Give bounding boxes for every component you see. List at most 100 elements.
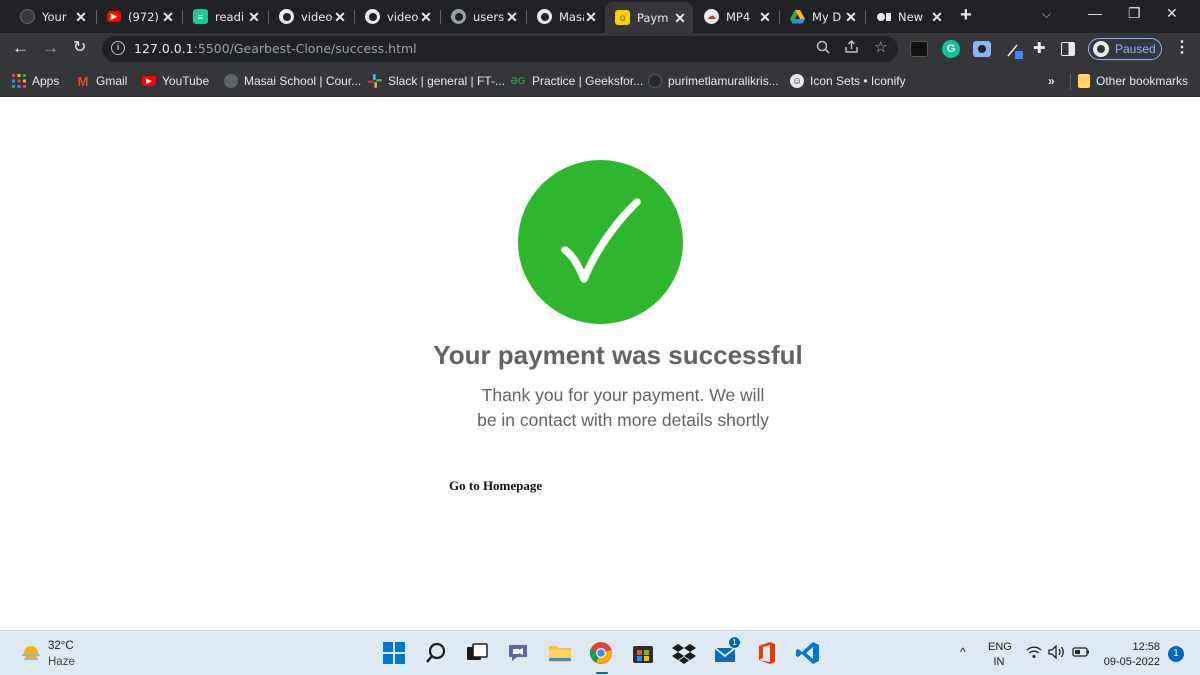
apps-grid-icon [12,74,26,88]
go-to-homepage-link[interactable]: Go to Homepage [449,478,542,494]
gmail-icon: M [77,73,89,89]
battery-icon[interactable] [1072,645,1090,662]
geeksforgeeks-icon: ƏG [510,75,526,87]
extensions-puzzle-icon[interactable]: ✚ [1033,41,1051,57]
tab-mp4[interactable]: ☁ MP4 ✕ [694,4,778,29]
new-tab-plus-icon[interactable]: + [960,5,972,25]
teams-chat-icon[interactable] [506,641,530,665]
address-bar[interactable]: i 127.0.0.1:5500/Gearbest-Clone/success.… [102,36,898,62]
tab-youtube[interactable]: ▶ (972) ✕ [97,4,181,29]
bookmark-gmail[interactable]: M Gmail [76,71,128,91]
bookmark-apps[interactable]: Apps [12,71,59,91]
language-indicator[interactable]: ENG IN [988,640,1012,670]
url-path: :5500/Gearbest-Clone/success.html [193,41,417,56]
close-icon[interactable]: ✕ [930,10,944,24]
microsoft-store-icon[interactable] [631,641,655,665]
record-icon [876,9,891,24]
windows-taskbar: 32°C Haze 1 ^ ENG IN 12:58 09-05-2022 1 [0,630,1200,675]
tab-readme[interactable]: ≡ readi ✕ [183,4,267,29]
tab-title: Your [42,9,67,24]
close-icon[interactable]: ✕ [673,11,687,25]
search-icon[interactable] [424,641,448,665]
close-icon[interactable]: ✕ [844,10,858,24]
tab-title: My D [812,9,842,24]
system-clock[interactable]: 12:58 09-05-2022 [1100,640,1160,670]
info-icon[interactable]: i [111,41,125,55]
tab-video-1[interactable]: video ✕ [269,4,353,29]
tab-users[interactable]: users ✕ [441,4,525,29]
vscode-icon[interactable] [796,641,820,665]
kebab-menu-icon[interactable]: ⋮ [1174,39,1190,57]
file-explorer-icon[interactable] [548,641,572,665]
globe-icon [279,9,294,24]
volume-icon[interactable] [1048,644,1066,662]
payment-icon: ☺ [615,10,630,25]
bookmark-github-profile[interactable]: purimetlamuralikris... [648,71,779,91]
bookmark-label: Masai School | Cour... [244,74,362,88]
notification-badge[interactable]: 1 [1168,646,1184,662]
extension-screen-icon[interactable] [973,41,991,57]
dropbox-icon[interactable] [672,641,696,665]
tab-payment-active[interactable]: ☺ Paym ✕ [605,2,693,33]
region-code: IN [993,656,1005,668]
close-icon[interactable]: ✕ [247,10,261,24]
task-view-icon[interactable] [465,641,489,665]
bookmark-geeksforgeeks[interactable]: ƏG Practice | Geeksfor... [510,71,643,91]
share-icon[interactable] [844,40,859,57]
close-icon[interactable]: ✕ [161,10,175,24]
extension-dark-icon[interactable] [910,41,928,57]
restore-icon[interactable]: ❐ [1128,5,1141,21]
close-icon[interactable]: ✕ [419,10,433,24]
zoom-search-icon[interactable] [816,40,830,57]
active-app-indicator [596,672,608,674]
weather-temperature[interactable]: 32°C [48,640,74,652]
bookmark-star-icon[interactable]: ☆ [874,40,887,56]
forward-arrow-icon[interactable]: → [42,39,59,57]
tab-google-drive[interactable]: My D ✕ [780,4,864,29]
wifi-icon[interactable] [1026,645,1042,662]
browser-toolbar: ← → ↻ i 127.0.0.1:5500/Gearbest-Clone/su… [0,33,1200,65]
office-icon[interactable] [755,641,779,665]
extension-pen-icon[interactable] [1005,41,1023,59]
close-icon[interactable]: ✕ [333,10,347,24]
bookmark-iconify[interactable]: ☺ Icon Sets • Iconify [790,71,906,91]
slack-icon [368,74,382,88]
bookmark-youtube[interactable]: ▶ YouTube [142,71,209,91]
windows-start-icon[interactable] [382,641,406,665]
tab-title: Paym [637,10,669,25]
clock-time: 12:58 [1132,641,1160,653]
profile-paused-button[interactable]: Paused [1088,38,1162,60]
tab-github[interactable]: Your ✕ [10,4,94,29]
window-close-icon[interactable]: ✕ [1166,5,1178,21]
url-text[interactable]: 127.0.0.1:5500/Gearbest-Clone/success.ht… [134,41,417,56]
grammarly-icon[interactable]: G [942,40,960,58]
chrome-icon[interactable] [589,641,613,665]
bookmark-slack[interactable]: Slack | general | FT-... [368,71,505,91]
close-icon[interactable]: ✕ [74,10,88,24]
minimize-icon[interactable]: — [1088,5,1102,21]
tab-search-chevron-icon[interactable]: ⌵ [1042,7,1051,22]
weather-condition[interactable]: Haze [48,656,75,668]
tab-title: MP4 [726,9,751,24]
reload-icon[interactable]: ↻ [73,39,86,57]
show-hidden-icons-chevron-icon[interactable]: ^ [960,645,966,659]
back-arrow-icon[interactable]: ← [12,39,29,57]
cloud-icon: ☁ [704,9,719,24]
weather-haze-icon[interactable] [20,645,40,661]
tab-title: Masa [559,9,584,24]
bookmark-masai[interactable]: Masai School | Cour... [224,71,361,91]
tab-new[interactable]: New ✕ [866,4,950,29]
tab-masai[interactable]: Masa ✕ [527,4,604,29]
bookmarks-overflow-chevron-icon[interactable]: » [1048,74,1055,88]
github-icon [20,9,35,24]
close-icon[interactable]: ✕ [505,10,519,24]
side-panel-icon[interactable] [1061,42,1075,56]
other-bookmarks-folder[interactable]: Other bookmarks [1078,71,1188,91]
close-icon[interactable]: ✕ [584,10,598,24]
youtube-icon: ▶ [107,11,121,22]
close-icon[interactable]: ✕ [758,10,772,24]
readme-icon: ≡ [193,9,208,24]
mail-icon[interactable]: 1 [714,636,741,665]
tab-title: video [301,9,333,24]
tab-video-2[interactable]: video ✕ [355,4,439,29]
